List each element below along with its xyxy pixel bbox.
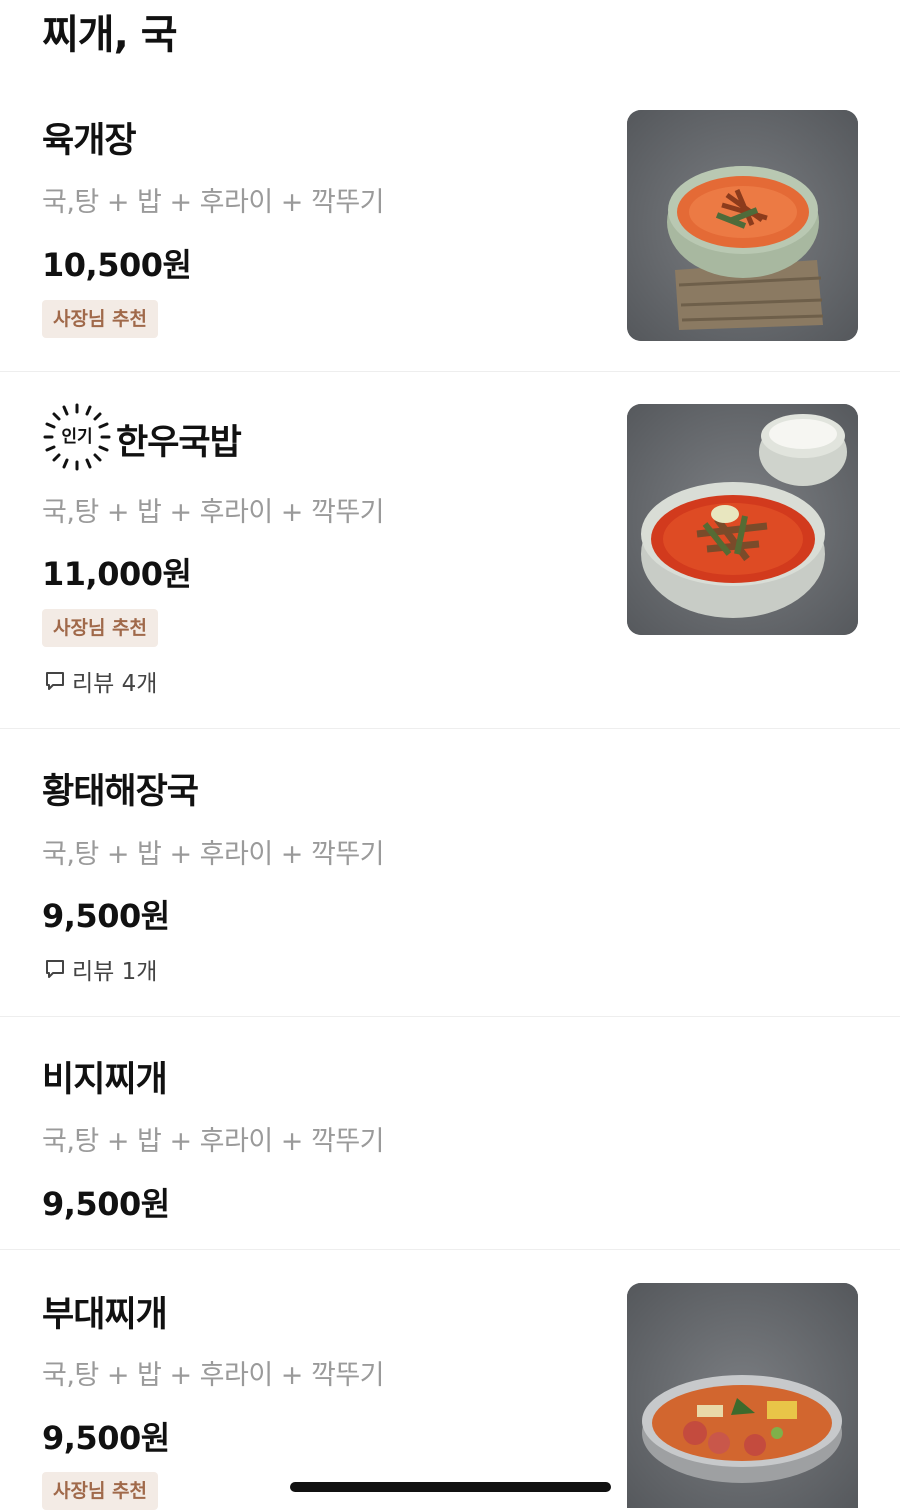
menu-item[interactable]: 황태해장국 국,탕 + 밥 + 후라이 + 깍뚜기 9,500원 리뷰 1개 — [0, 729, 900, 1016]
item-price: 9,500원 — [42, 1419, 170, 1457]
item-description: 국,탕 + 밥 + 후라이 + 깍뚜기 — [42, 1126, 385, 1157]
popular-label: 인기 — [61, 427, 93, 447]
item-name: 부대찌개 — [42, 1295, 168, 1335]
item-price: 9,500원 — [42, 897, 170, 935]
menu-item[interactable]: 부대찌개 국,탕 + 밥 + 후라이 + 깍뚜기 9,500원 사장님 추천 — [0, 1250, 900, 1510]
speech-bubble-icon — [46, 672, 64, 690]
review-label: 리뷰 1개 — [72, 959, 158, 985]
food-image — [627, 404, 858, 635]
item-description: 국,탕 + 밥 + 후라이 + 깍뚜기 — [42, 187, 385, 218]
item-name: 비지찌개 — [42, 1060, 168, 1100]
menu-item[interactable]: 육개장 국,탕 + 밥 + 후라이 + 깍뚜기 10,500원 사장님 추천 — [0, 0, 900, 371]
menu-item[interactable]: 인기 한우국밥 국,탕 + 밥 + 후라이 + 깍뚜기 11,000원 사장님 … — [0, 372, 900, 728]
hanwoo-gukbap-photo[interactable] — [627, 404, 858, 635]
popular-badge: 인기 — [42, 402, 112, 472]
food-image — [627, 110, 858, 341]
menu-item[interactable]: 비지찌개 국,탕 + 밥 + 후라이 + 깍뚜기 9,500원 — [0, 1017, 900, 1249]
item-price: 11,000원 — [42, 555, 192, 593]
review-label: 리뷰 4개 — [72, 671, 158, 697]
review-count[interactable]: 리뷰 1개 — [44, 952, 157, 986]
item-description: 국,탕 + 밥 + 후라이 + 깍뚜기 — [42, 1360, 385, 1391]
item-description: 국,탕 + 밥 + 후라이 + 깍뚜기 — [42, 497, 385, 528]
owner-recommend-badge: 사장님 추천 — [42, 609, 159, 647]
item-description: 국,탕 + 밥 + 후라이 + 깍뚜기 — [42, 839, 385, 870]
budae-jjigae-photo[interactable] — [627, 1283, 858, 1508]
food-image — [627, 1283, 858, 1508]
home-indicator[interactable] — [290, 1482, 611, 1492]
review-count[interactable]: 리뷰 4개 — [44, 664, 157, 698]
owner-recommend-badge: 사장님 추천 — [42, 1472, 159, 1510]
item-name: 육개장 — [42, 121, 137, 161]
item-price: 10,500원 — [42, 246, 192, 284]
owner-recommend-badge: 사장님 추천 — [42, 300, 159, 338]
menu-page: 찌개, 국 육개장 국,탕 + 밥 + 후라이 + 깍뚜기 10,500원 사장… — [0, 0, 900, 1510]
yukgaejang-photo[interactable] — [627, 110, 858, 341]
speech-bubble-icon — [46, 960, 64, 978]
item-price: 9,500원 — [42, 1185, 170, 1223]
item-name: 황태해장국 — [42, 772, 199, 812]
item-name: 한우국밥 — [116, 423, 242, 463]
